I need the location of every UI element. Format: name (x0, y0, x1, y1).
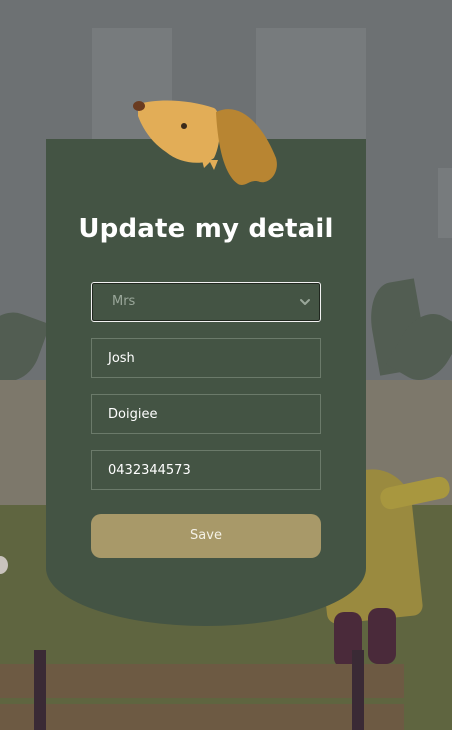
first-name-field[interactable]: Josh (91, 338, 321, 378)
dog-logo-icon (133, 100, 277, 185)
first-name-value: Josh (108, 351, 135, 366)
salutation-select[interactable]: Mrs (91, 282, 321, 322)
background-bench-leg (352, 650, 364, 730)
background-building-edge (438, 168, 452, 238)
background-bench-leg (34, 650, 46, 730)
background-bench-seat (0, 704, 404, 730)
last-name-value: Doigiee (108, 407, 158, 422)
salutation-select-value: Mrs (112, 294, 136, 309)
chevron-down-icon (300, 299, 310, 305)
page-title: Update my detail (78, 214, 334, 244)
last-name-field[interactable]: Doigiee (91, 394, 321, 434)
background-person-leg (368, 608, 396, 664)
phone-field[interactable]: 0432344573 (91, 450, 321, 490)
background-bench (0, 664, 404, 698)
phone-value: 0432344573 (108, 463, 191, 478)
save-button[interactable]: Save (91, 514, 321, 558)
